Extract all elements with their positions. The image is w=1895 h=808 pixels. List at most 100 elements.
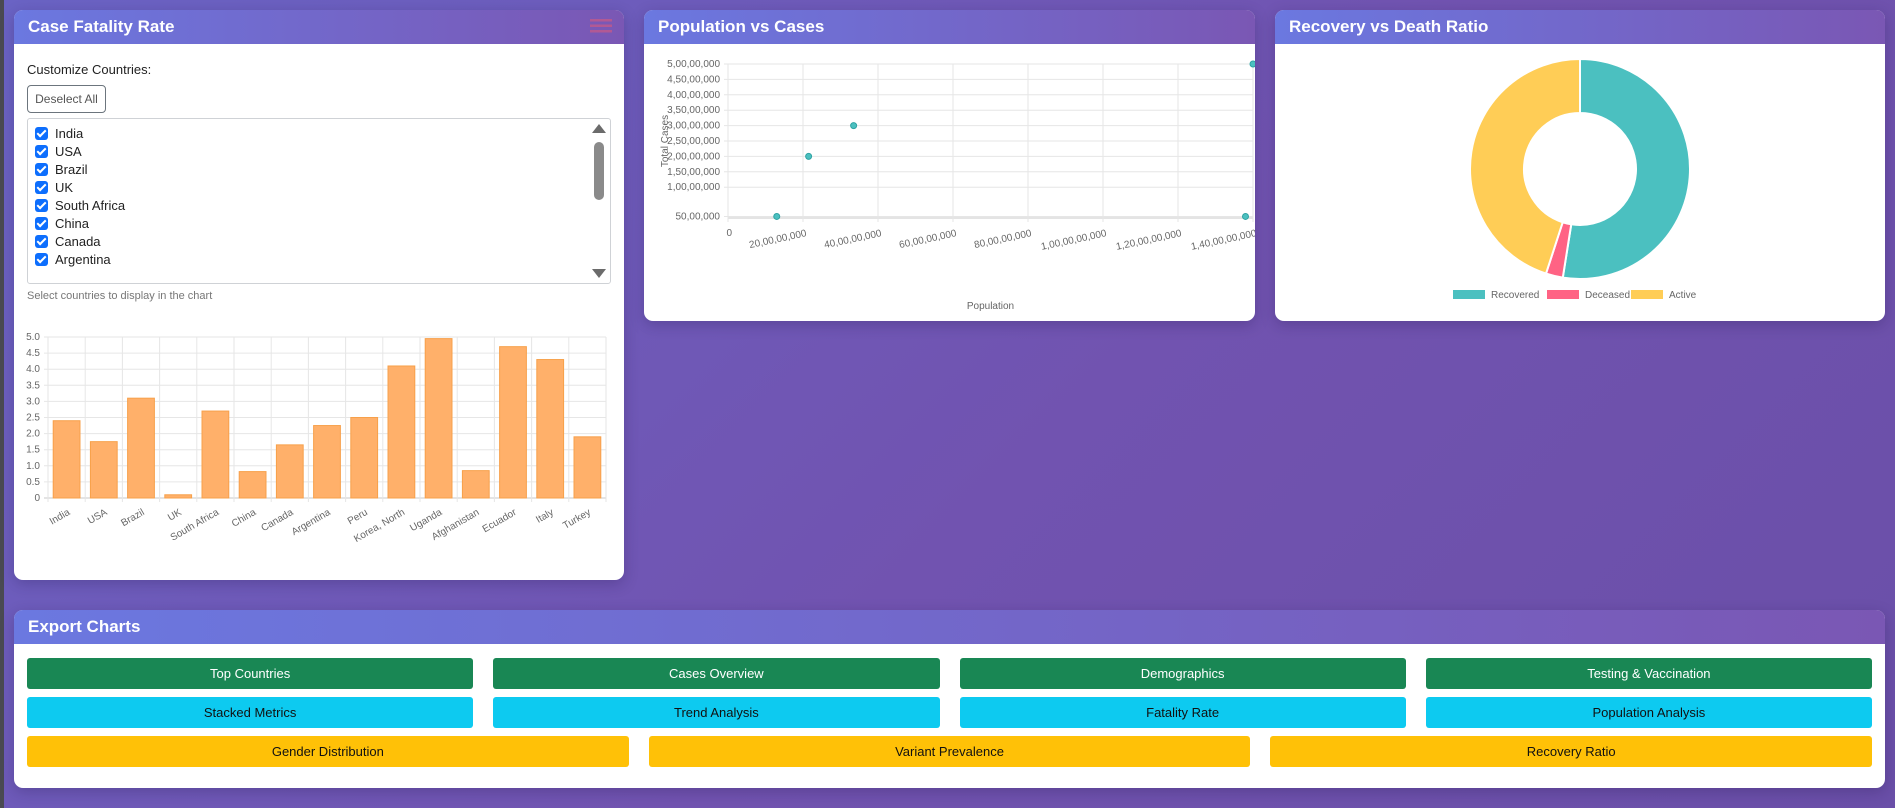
menu-icon[interactable] bbox=[590, 19, 612, 33]
bar-x-tick-label: Ecuador bbox=[481, 507, 519, 535]
country-checkbox[interactable] bbox=[35, 216, 48, 230]
bar-canada[interactable] bbox=[275, 444, 304, 499]
scatter-x-tick-label: 1,40,00,00,000 bbox=[1190, 228, 1255, 253]
country-option-china[interactable]: China bbox=[35, 214, 89, 232]
bar-y-tick-label: 3.0 bbox=[26, 396, 40, 407]
case-fatality-card: Case Fatality Rate Customize Countries: … bbox=[14, 10, 624, 580]
country-checkbox[interactable] bbox=[35, 198, 48, 212]
country-checkbox[interactable] bbox=[35, 144, 48, 158]
bar-usa[interactable] bbox=[89, 441, 118, 499]
country-option-india[interactable]: India bbox=[35, 124, 83, 142]
export-fatality-rate-button[interactable]: Fatality Rate bbox=[959, 697, 1406, 728]
bar-korea-north[interactable] bbox=[387, 365, 416, 499]
export-testing-vaccination-button[interactable]: Testing & Vaccination bbox=[1425, 658, 1872, 689]
scatter-point[interactable] bbox=[1249, 60, 1255, 68]
legend-swatch-deceased bbox=[1547, 290, 1579, 299]
legend-swatch-active bbox=[1631, 290, 1663, 299]
country-select-hint: Select countries to display in the chart bbox=[27, 290, 213, 302]
bar-uganda[interactable] bbox=[424, 338, 453, 499]
scatter-y-tick-label: 2,00,00,000 bbox=[667, 151, 720, 162]
export-demographics-button[interactable]: Demographics bbox=[959, 658, 1406, 689]
country-checkbox[interactable] bbox=[35, 126, 48, 140]
country-label: Canada bbox=[55, 233, 101, 249]
scatter-point[interactable] bbox=[1242, 212, 1249, 220]
country-label: India bbox=[55, 125, 84, 141]
scatter-point[interactable] bbox=[850, 122, 858, 130]
scatter-y-tick-label: 2,50,00,000 bbox=[667, 136, 720, 147]
export-row-secondary: Stacked Metrics Trend Analysis Fatality Ra… bbox=[27, 697, 1872, 728]
legend-label-recovered: Recovered bbox=[1491, 290, 1539, 301]
country-label: UK bbox=[55, 179, 74, 195]
legend-label-active: Active bbox=[1669, 290, 1697, 301]
bar-argentina[interactable] bbox=[313, 425, 341, 499]
country-option-canada[interactable]: Canada bbox=[35, 232, 101, 250]
bar-x-tick-label: Peru bbox=[346, 507, 370, 527]
card-title: Recovery vs Death Ratio bbox=[1289, 17, 1489, 36]
country-checkbox[interactable] bbox=[35, 162, 48, 176]
scatter-x-tick-label: 80,00,00,000 bbox=[973, 228, 1033, 251]
scatter-point[interactable] bbox=[805, 152, 813, 160]
export-row-tertiary: Gender Distribution Variant Prevalence Rec… bbox=[27, 736, 1873, 767]
country-checkbox[interactable] bbox=[35, 252, 48, 266]
country-option-argentina[interactable]: Argentina bbox=[35, 250, 111, 268]
scroll-down-arrow-icon[interactable] bbox=[592, 269, 606, 278]
country-checkbox[interactable] bbox=[35, 234, 48, 248]
bar-india[interactable] bbox=[52, 420, 81, 499]
card-title: Case Fatality Rate bbox=[28, 17, 175, 36]
scatter-x-tick-label: 60,00,00,000 bbox=[898, 228, 958, 251]
country-option-south-africa[interactable]: South Africa bbox=[35, 196, 125, 214]
country-label: China bbox=[55, 215, 89, 231]
bar-uk[interactable] bbox=[164, 494, 193, 499]
bar-x-tick-label: Italy bbox=[534, 507, 555, 526]
bar-brazil[interactable] bbox=[127, 397, 155, 499]
bar-afghanistan[interactable] bbox=[461, 470, 490, 499]
bar-china[interactable] bbox=[238, 471, 267, 499]
bar-y-tick-label: 1.0 bbox=[26, 461, 40, 472]
bar-x-tick-label: Argentina bbox=[290, 507, 333, 538]
bar-x-tick-label: Turkey bbox=[561, 507, 593, 532]
scroll-up-arrow-icon[interactable] bbox=[592, 124, 606, 133]
export-charts-card: Export Charts Top Countries Cases Overvie… bbox=[14, 610, 1885, 788]
deselect-all-button[interactable]: Deselect All bbox=[27, 85, 106, 113]
card-title: Export Charts bbox=[28, 617, 141, 636]
export-gender-distribution-button[interactable]: Gender Distribution bbox=[27, 736, 629, 767]
bar-italy[interactable] bbox=[536, 359, 565, 499]
bar-peru[interactable] bbox=[350, 417, 379, 499]
export-cases-overview-button[interactable]: Cases Overview bbox=[493, 658, 940, 689]
country-select-list[interactable]: India USA Brazil UK South Africa China Canada A… bbox=[27, 118, 611, 284]
country-option-brazil[interactable]: Brazil bbox=[35, 160, 88, 178]
scatter-x-tick-label: 0 bbox=[726, 228, 732, 239]
country-checkbox[interactable] bbox=[35, 180, 48, 194]
scatter-x-tick-label: 1,20,00,00,000 bbox=[1115, 228, 1183, 253]
bar-x-tick-label: USA bbox=[86, 507, 110, 527]
export-top-countries-button[interactable]: Top Countries bbox=[27, 658, 474, 689]
scatter-y-tick-label: 1,50,00,000 bbox=[667, 167, 720, 178]
customize-countries-label: Customize Countries: bbox=[27, 62, 152, 77]
bar-y-tick-label: 2.5 bbox=[26, 413, 40, 424]
scatter-y-tick-label: 5,00,00,000 bbox=[667, 59, 720, 70]
export-population-analysis-button[interactable]: Population Analysis bbox=[1425, 697, 1872, 728]
country-option-usa[interactable]: USA bbox=[35, 142, 82, 160]
bar-south-africa[interactable] bbox=[201, 410, 230, 499]
donut-slice-recovered[interactable] bbox=[1561, 57, 1691, 280]
country-option-uk[interactable]: UK bbox=[35, 178, 73, 196]
bar-y-tick-label: 5.0 bbox=[26, 332, 40, 343]
export-stacked-metrics-button[interactable]: Stacked Metrics bbox=[27, 697, 474, 728]
scatter-y-tick-label: 1,00,00,000 bbox=[667, 182, 720, 193]
legend-label-deceased: Deceased bbox=[1585, 290, 1630, 301]
bar-turkey[interactable] bbox=[573, 436, 602, 499]
export-recovery-ratio-button[interactable]: Recovery Ratio bbox=[1270, 736, 1873, 767]
bar-ecuador[interactable] bbox=[499, 346, 527, 499]
recovery-death-card: Recovery vs Death Ratio Recovered Decease… bbox=[1275, 10, 1885, 321]
scatter-point[interactable] bbox=[773, 212, 781, 220]
scatter-x-tick-label: 20,00,00,000 bbox=[748, 228, 808, 251]
scatter-y-tick-label: 4,50,00,000 bbox=[667, 74, 720, 85]
card-title: Population vs Cases bbox=[658, 17, 825, 36]
scatter-y-tick-label: 4,00,00,000 bbox=[667, 90, 720, 101]
scrollbar-thumb[interactable] bbox=[594, 142, 604, 200]
country-label: Brazil bbox=[55, 161, 88, 177]
export-trend-analysis-button[interactable]: Trend Analysis bbox=[493, 697, 940, 728]
scatter-x-tick-label: 40,00,00,000 bbox=[823, 228, 883, 251]
scatter-y-axis-label: Total Cases bbox=[660, 115, 671, 167]
export-variant-prevalence-button[interactable]: Variant Prevalence bbox=[648, 736, 1251, 767]
